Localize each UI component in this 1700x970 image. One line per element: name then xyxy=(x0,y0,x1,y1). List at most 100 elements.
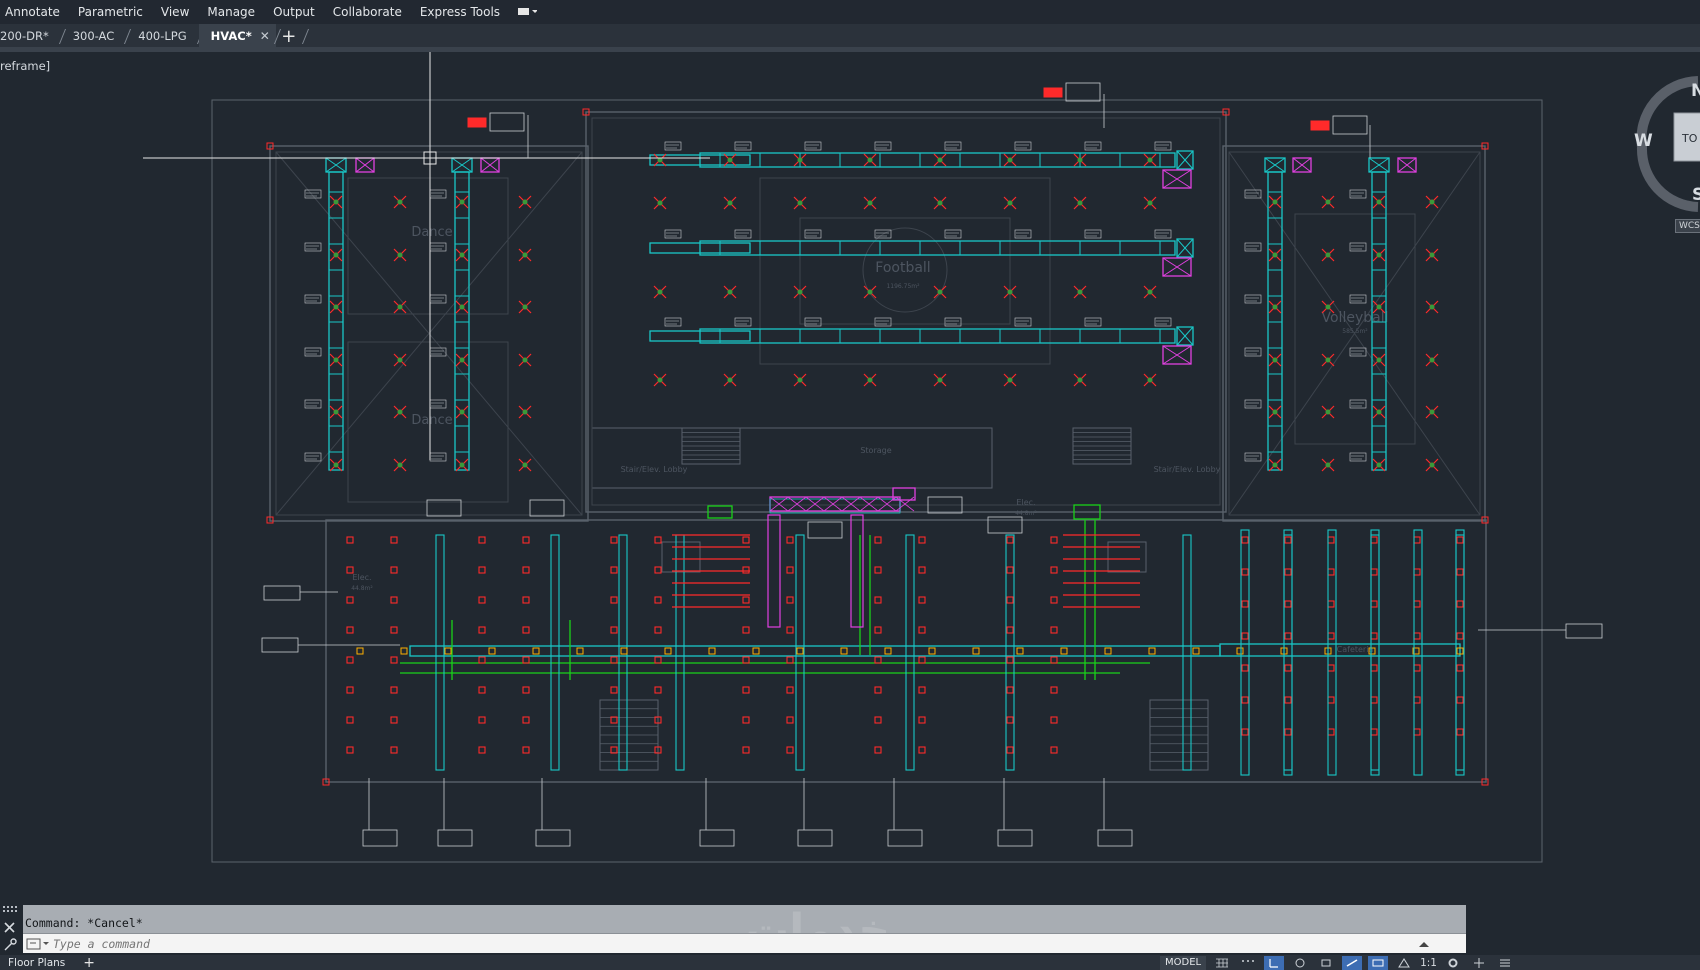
lineweight-icon[interactable] xyxy=(1342,955,1363,970)
file-tab-300-ac[interactable]: 300-AC xyxy=(61,24,127,48)
ribbon-tab-manage[interactable]: Manage xyxy=(198,5,264,19)
compass-north-label[interactable]: N xyxy=(1691,81,1700,101)
branch-duct xyxy=(1413,529,1423,776)
drawing-canvas[interactable]: Dance Dance Football Volleyball Storage Stair… xyxy=(0,52,1700,905)
duct-size-tag xyxy=(734,229,752,239)
riser-tag-6 xyxy=(997,829,1033,847)
cafeteria-diffuser xyxy=(1241,696,1249,704)
close-tab-icon[interactable]: ✕ xyxy=(260,29,270,43)
command-input-bar[interactable] xyxy=(23,933,1466,953)
viewcube-top-face[interactable]: TO xyxy=(1682,132,1697,145)
customize-wrench-icon[interactable] xyxy=(4,938,17,951)
ribbon-tab-express-tools[interactable]: Express Tools xyxy=(411,5,509,19)
room-diffuser xyxy=(522,536,530,544)
compass-west-label[interactable]: W xyxy=(1634,131,1653,151)
close-icon[interactable] xyxy=(4,922,15,933)
compass-south-label[interactable]: S xyxy=(1692,185,1700,205)
room-diffuser xyxy=(390,566,398,574)
ribbon-tab-annotate[interactable]: Annotate xyxy=(0,5,69,19)
file-tab-400-lpg[interactable]: 400-LPG xyxy=(126,24,198,48)
command-prompt-menu[interactable] xyxy=(23,935,53,953)
ribbon-tab-view[interactable]: View xyxy=(152,5,198,19)
room-diffuser xyxy=(918,656,926,664)
add-layout-icon[interactable]: + xyxy=(83,955,95,970)
annotation-scale[interactable]: 1:1 xyxy=(1420,957,1437,969)
room-diffuser xyxy=(1050,566,1058,574)
plus-icon[interactable] xyxy=(1469,956,1489,970)
ceiling-diffuser-icon xyxy=(455,195,469,209)
osnap-icon[interactable] xyxy=(1316,956,1336,970)
ceiling-diffuser-icon xyxy=(1073,285,1087,299)
ceiling-diffuser-icon xyxy=(1268,458,1282,472)
layout-tab-floor-plans[interactable]: Floor Plans xyxy=(0,957,65,969)
file-tab-label: 400-LPG xyxy=(138,29,187,43)
gear-icon[interactable] xyxy=(1443,956,1463,970)
command-input[interactable] xyxy=(53,934,1413,953)
ribbon-tab-collaborate[interactable]: Collaborate xyxy=(324,5,411,19)
model-space-button[interactable]: MODEL xyxy=(1160,955,1207,970)
hvac-floor-plan[interactable]: Dance Dance Football Volleyball Storage Stair… xyxy=(0,52,1700,905)
duct-size-tag xyxy=(429,399,447,409)
ceiling-diffuser-icon xyxy=(393,353,407,367)
room-diffuser xyxy=(610,566,618,574)
new-tab-button[interactable]: + xyxy=(276,24,302,48)
duct-size-tag xyxy=(944,317,962,327)
branch-duct xyxy=(1240,529,1250,776)
selection-cycling-icon[interactable] xyxy=(1368,955,1389,970)
duct-size-tag xyxy=(804,317,822,327)
ceiling-diffuser-icon xyxy=(393,300,407,314)
room-diffuser xyxy=(390,626,398,634)
grid-icon[interactable] xyxy=(1212,956,1232,970)
ceiling-diffuser-icon xyxy=(1143,285,1157,299)
cafeteria-diffuser xyxy=(1456,568,1464,576)
viewport-visual-style-control[interactable]: reframe] xyxy=(0,59,50,73)
room-diffuser xyxy=(522,596,530,604)
room-diffuser xyxy=(610,716,618,724)
ceiling-diffuser-icon xyxy=(723,373,737,387)
vav-box xyxy=(400,647,408,655)
annotation-visibility-icon[interactable] xyxy=(1394,956,1414,970)
ceiling-diffuser-icon xyxy=(1321,353,1335,367)
ortho-icon[interactable] xyxy=(1264,955,1285,970)
cafeteria-diffuser xyxy=(1284,568,1292,576)
menu-icon[interactable] xyxy=(1495,956,1515,970)
room-diffuser xyxy=(1050,626,1058,634)
ceiling-diffuser-icon xyxy=(1321,458,1335,472)
cafeteria-diffuser xyxy=(1241,664,1249,672)
vav-box xyxy=(576,647,584,655)
ceiling-diffuser-icon xyxy=(1321,405,1335,419)
room-diffuser xyxy=(654,536,662,544)
grip-dots-icon[interactable] xyxy=(3,906,17,912)
viewcube[interactable]: N W S TO WCS xyxy=(1630,67,1700,233)
riser-tag-upper-1 xyxy=(529,499,565,517)
room-diffuser xyxy=(654,566,662,574)
ceiling-diffuser-icon xyxy=(1321,195,1335,209)
ceiling-diffuser-icon xyxy=(1073,373,1087,387)
room-label: Elec. xyxy=(1016,498,1035,507)
polar-tracking-icon[interactable] xyxy=(1290,956,1310,970)
ribbon-tab-parametric[interactable]: Parametric xyxy=(69,5,152,19)
riser-tag-3 xyxy=(699,829,735,847)
room-diffuser xyxy=(874,716,882,724)
room-diffuser xyxy=(390,536,398,544)
ceiling-diffuser-icon xyxy=(329,195,343,209)
room-diffuser xyxy=(478,746,486,754)
file-tab-hvac[interactable]: HVAC* ✕ xyxy=(198,24,276,48)
command-history-toggle[interactable] xyxy=(1413,940,1435,948)
file-tab-200-dr[interactable]: 200-DR* xyxy=(0,24,61,48)
ceiling-diffuser-icon xyxy=(518,248,532,262)
ribbon-tab-output[interactable]: Output xyxy=(264,5,324,19)
room-diffuser xyxy=(1006,536,1014,544)
room-diffuser xyxy=(346,626,354,634)
duct-size-tag xyxy=(429,347,447,357)
snap-icon[interactable] xyxy=(1238,956,1258,970)
room-diffuser xyxy=(1050,536,1058,544)
room-diffuser xyxy=(478,656,486,664)
ucs-menu-button[interactable]: WCS xyxy=(1675,219,1700,233)
room-diffuser xyxy=(786,536,794,544)
ribbon-minimize-dropdown[interactable] xyxy=(517,6,538,18)
command-line-grip[interactable] xyxy=(0,904,22,954)
ceiling-diffuser-icon xyxy=(518,458,532,472)
room-diffuser xyxy=(654,656,662,664)
room-diffuser xyxy=(654,626,662,634)
